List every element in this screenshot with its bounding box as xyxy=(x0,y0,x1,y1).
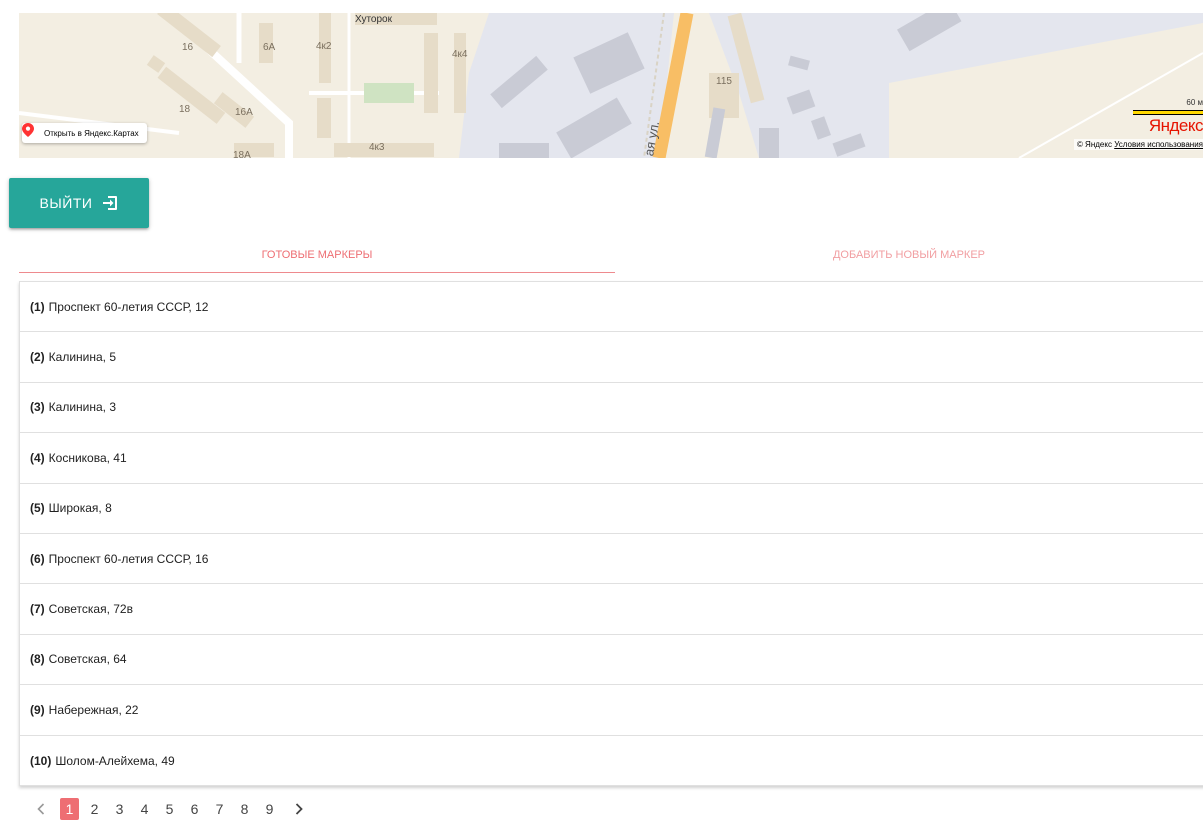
open-in-yandex-maps-link[interactable]: Открыть в Яндекс.Картах xyxy=(22,123,147,143)
chevron-right-icon[interactable] xyxy=(292,802,306,816)
marker-address: Советская, 72в xyxy=(48,602,133,617)
tab-ready-markers[interactable]: ГОТОВЫЕ МАРКЕРЫ xyxy=(19,236,615,274)
map-label-building: 16 xyxy=(182,42,194,53)
map-label-khutorok: Хуторок xyxy=(355,14,392,25)
tab-add-marker[interactable]: ДОБАВИТЬ НОВЫЙ МАРКЕР xyxy=(615,236,1203,274)
page-link[interactable]: 9 xyxy=(260,798,279,820)
map-scale-bar xyxy=(1133,110,1203,115)
page-link[interactable]: 3 xyxy=(110,798,129,820)
marker-address: Косникова, 41 xyxy=(48,450,127,465)
terms-of-use-link[interactable]: Условия использования xyxy=(1114,140,1203,149)
tab-indicator xyxy=(19,272,615,273)
map-copyright: © Яндекс Условия использования xyxy=(1073,139,1203,150)
list-item[interactable]: (10) Шолом-Алейхема, 49 xyxy=(20,736,1203,786)
map-scale: 60 м xyxy=(1133,98,1203,116)
marker-number: (5) xyxy=(30,501,45,516)
page-link[interactable]: 2 xyxy=(85,798,104,820)
map-label-building: 4к4 xyxy=(452,49,468,60)
map-scale-label: 60 м xyxy=(1186,98,1203,107)
list-item[interactable]: (4) Косникова, 41 xyxy=(20,433,1203,484)
yandex-logo[interactable]: Яндекс xyxy=(1149,116,1203,136)
marker-list: (1) Проспект 60-летия СССР, 12 (2) Калинин… xyxy=(19,281,1203,786)
list-item[interactable]: (5) Широкая, 8 xyxy=(20,484,1203,534)
marker-number: (8) xyxy=(30,652,45,667)
page-link-active[interactable]: 1 xyxy=(60,798,79,820)
marker-address: Калинина, 5 xyxy=(48,350,117,365)
map-label-building: 4к2 xyxy=(316,41,332,52)
marker-number: (7) xyxy=(30,602,45,617)
list-item[interactable]: (1) Проспект 60-летия СССР, 12 xyxy=(20,282,1203,333)
map-label-building: 115 xyxy=(716,76,732,87)
marker-number: (4) xyxy=(30,450,45,465)
tab-ready-markers-label: ГОТОВЫЕ МАРКЕРЫ xyxy=(261,249,373,261)
map-pin-icon xyxy=(22,123,38,140)
exit-icon xyxy=(102,195,118,211)
list-item[interactable]: (2) Калинина, 5 xyxy=(20,332,1203,383)
list-item[interactable]: (7) Советская, 72в xyxy=(20,584,1203,635)
list-item[interactable]: (9) Набережная, 22 xyxy=(20,685,1203,736)
page-link[interactable]: 4 xyxy=(135,798,154,820)
map-widget[interactable]: Хуторок 16 6А 4к2 4к4 18 16А 18А 4к3 115… xyxy=(19,13,1203,158)
map-tiles xyxy=(19,13,1203,158)
map-label-building: 18А xyxy=(233,150,251,158)
map-label-building: 6А xyxy=(263,42,276,53)
logout-button[interactable]: ВЫЙТИ xyxy=(9,178,149,228)
tab-add-marker-label: ДОБАВИТЬ НОВЫЙ МАРКЕР xyxy=(832,249,985,261)
map-label-building: 18 xyxy=(179,104,191,115)
open-in-yandex-maps-label: Открыть в Яндекс.Картах xyxy=(44,128,139,138)
page-link[interactable]: 7 xyxy=(210,798,229,820)
map-label-building: 16А xyxy=(235,107,253,118)
page-link[interactable]: 6 xyxy=(185,798,204,820)
marker-number: (6) xyxy=(30,551,45,566)
pagination: 1 2 3 4 5 6 7 8 9 xyxy=(34,797,306,821)
marker-address: Проспект 60-летия СССР, 12 xyxy=(48,299,209,314)
list-item[interactable]: (3) Калинина, 3 xyxy=(20,383,1203,434)
map-label-building: 4к3 xyxy=(369,142,385,153)
page-link[interactable]: 8 xyxy=(235,798,254,820)
marker-address: Широкая, 8 xyxy=(48,501,112,516)
marker-tabs: ГОТОВЫЕ МАРКЕРЫ ДОБАВИТЬ НОВЫЙ МАРКЕР xyxy=(19,236,1203,274)
marker-address: Калинина, 3 xyxy=(48,400,117,415)
marker-number: (9) xyxy=(30,702,45,717)
marker-address: Проспект 60-летия СССР, 16 xyxy=(48,551,209,566)
marker-number: (10) xyxy=(30,753,52,768)
marker-number: (2) xyxy=(30,350,45,365)
marker-number: (3) xyxy=(30,400,45,415)
marker-number: (1) xyxy=(30,299,45,314)
list-item[interactable]: (6) Проспект 60-летия СССР, 16 xyxy=(20,534,1203,585)
chevron-left-icon[interactable] xyxy=(34,802,48,816)
marker-address: Набережная, 22 xyxy=(48,702,139,717)
logout-button-label: ВЫЙТИ xyxy=(39,195,93,211)
copyright-text: © Яндекс xyxy=(1076,140,1112,149)
marker-address: Советская, 64 xyxy=(48,652,127,667)
page-link[interactable]: 5 xyxy=(160,798,179,820)
list-item[interactable]: (8) Советская, 64 xyxy=(20,635,1203,686)
marker-address: Шолом-Алейхема, 49 xyxy=(55,753,175,768)
